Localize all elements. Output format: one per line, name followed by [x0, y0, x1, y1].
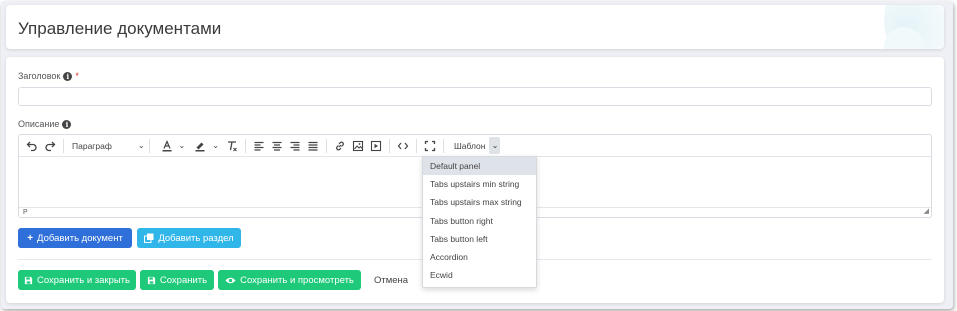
app-frame: Управление документами Заголовок i * Опи… — [1, 1, 953, 309]
insert-link-button[interactable] — [331, 135, 349, 157]
redo-button[interactable] — [41, 135, 59, 157]
add-document-label: Добавить документ — [37, 232, 123, 244]
title-input[interactable] — [18, 87, 932, 106]
add-section-button[interactable]: Добавить раздел — [137, 228, 241, 248]
insert-image-button[interactable] — [349, 135, 367, 157]
align-justify-icon — [308, 141, 318, 151]
save-icon — [147, 276, 155, 284]
template-options-list: Default panel Tabs upstairs min string Tab… — [423, 157, 536, 284]
template-option[interactable]: Tabs upstairs max string — [423, 193, 536, 211]
clear-format-button[interactable] — [223, 135, 241, 157]
chevron-down-icon[interactable]: ⌄ — [489, 137, 501, 154]
image-icon — [352, 140, 364, 151]
add-document-button[interactable]: + Добавить документ — [18, 228, 132, 248]
chevron-down-icon[interactable]: ⌄ — [179, 141, 186, 150]
cancel-button[interactable]: Отмена — [374, 275, 408, 286]
align-left-button[interactable] — [250, 135, 268, 157]
highlight-button[interactable] — [191, 135, 209, 157]
description-label-row: Описание i — [18, 119, 72, 129]
plus-icon: + — [27, 232, 34, 244]
source-code-button[interactable] — [394, 135, 412, 157]
title-label-row: Заголовок i * — [18, 71, 79, 81]
template-option[interactable]: Tabs button right — [423, 212, 536, 230]
save-and-close-label: Сохранить и закрыть — [36, 274, 130, 286]
undo-button[interactable] — [23, 135, 41, 157]
block-format-select[interactable]: Параграф ⌄ — [72, 135, 145, 157]
chevron-down-icon[interactable]: ⌄ — [212, 141, 219, 150]
text-color-icon — [162, 139, 172, 151]
code-icon — [397, 142, 409, 149]
block-format-label: Параграф — [72, 140, 112, 151]
template-dropdown-menu: Default panel Tabs upstairs min string Tab… — [422, 156, 537, 288]
required-mark: * — [75, 71, 79, 81]
video-icon — [370, 140, 382, 151]
save-button[interactable]: Сохранить — [140, 270, 214, 290]
clear-format-icon — [227, 140, 237, 151]
info-icon[interactable]: i — [63, 71, 73, 81]
element-path[interactable]: P — [23, 209, 28, 216]
redo-icon — [45, 141, 56, 151]
align-right-icon — [290, 141, 300, 151]
template-label: Шаблон — [453, 140, 486, 151]
align-right-button[interactable] — [286, 135, 304, 157]
save-label: Сохранить — [159, 274, 208, 286]
undo-icon — [26, 141, 37, 151]
save-and-close-button[interactable]: Сохранить и закрыть — [18, 270, 136, 290]
save-icon — [24, 276, 33, 284]
template-option[interactable]: Default panel — [423, 157, 536, 176]
copy-icon — [144, 233, 154, 243]
fullscreen-icon — [424, 140, 436, 151]
toolbar-separator — [63, 138, 64, 153]
insert-media-button[interactable] — [367, 135, 385, 157]
page-header: Управление документами — [6, 5, 944, 49]
template-option[interactable]: Accordion — [423, 248, 536, 266]
template-option[interactable]: Tabs button left — [423, 230, 536, 248]
template-option[interactable]: Tabs upstairs min string — [423, 175, 536, 193]
title-label: Заголовок — [18, 71, 61, 81]
add-section-label: Добавить раздел — [158, 232, 234, 244]
toolbar-separator — [415, 138, 417, 153]
align-justify-button[interactable] — [304, 135, 322, 157]
toolbar-separator — [148, 138, 150, 153]
save-and-view-button[interactable]: Сохранить и просмотреть — [218, 270, 361, 290]
chevron-down-icon: ⌄ — [137, 141, 145, 150]
editor-toolbar: Параграф ⌄ ⌄ ⌄ Шаблон ⌄ — [19, 135, 931, 157]
highlighter-icon — [195, 142, 205, 151]
toolbar-separator — [442, 138, 444, 153]
align-left-icon — [254, 141, 264, 151]
link-icon — [336, 141, 344, 150]
description-label: Описание — [18, 119, 60, 129]
info-icon[interactable]: i — [62, 119, 72, 129]
resize-handle-icon[interactable]: ◢ — [924, 207, 929, 216]
eye-icon — [225, 277, 236, 283]
page-title: Управление документами — [18, 19, 222, 38]
align-center-button[interactable] — [268, 135, 286, 157]
toolbar-separator — [325, 138, 327, 153]
template-option[interactable]: Ecwid — [423, 266, 536, 284]
align-center-icon — [272, 141, 282, 151]
toolbar-separator — [244, 138, 246, 153]
save-and-view-label: Сохранить и просмотреть — [240, 274, 354, 286]
template-select[interactable]: Шаблон ⌄ — [448, 135, 501, 157]
toolbar-separator — [388, 138, 390, 153]
text-color-button[interactable] — [158, 135, 176, 157]
fullscreen-button[interactable] — [421, 135, 439, 157]
